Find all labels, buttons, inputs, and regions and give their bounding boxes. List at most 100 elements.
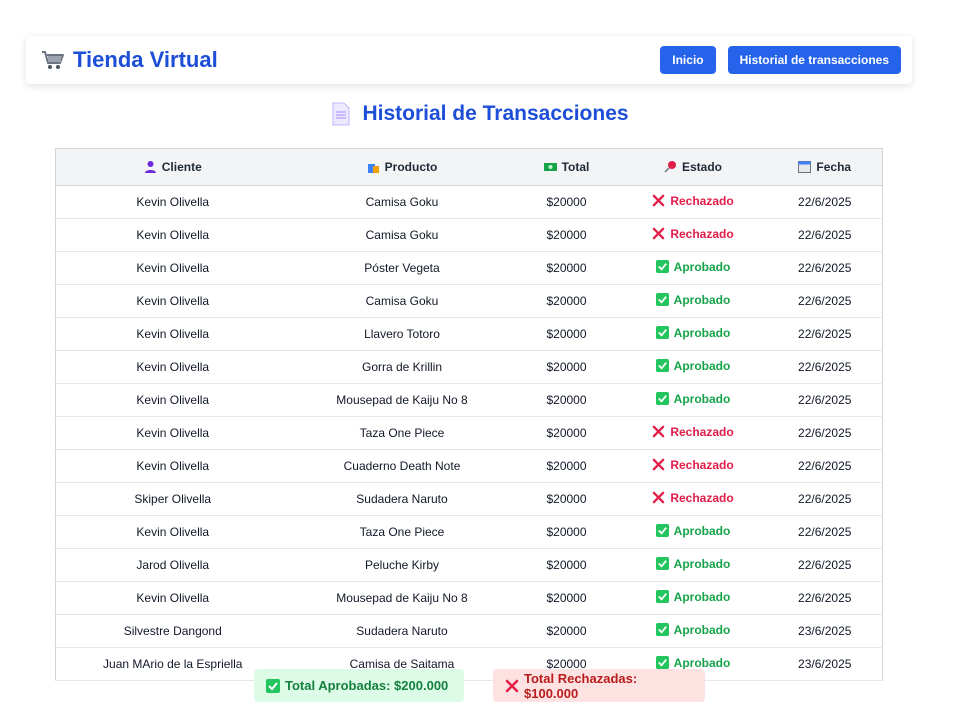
status-text: Rechazado	[670, 457, 734, 472]
history-button[interactable]: Historial de transacciones	[727, 46, 901, 74]
cell-fecha: 22/6/2025	[767, 482, 883, 516]
cell-producto: Llavero Totoro	[289, 317, 515, 351]
cell-fecha: 22/6/2025	[767, 449, 883, 483]
cell-fecha: 22/6/2025	[767, 548, 883, 582]
cell-total: $20000	[514, 284, 619, 318]
status-badge: Aprobado	[655, 622, 731, 637]
cell-total: $20000	[514, 449, 619, 483]
status-text: Aprobado	[673, 589, 731, 604]
cell-estado: Aprobado	[618, 317, 768, 351]
check-icon	[655, 326, 669, 340]
cell-estado: Rechazado	[618, 482, 768, 516]
cell-total: $20000	[514, 581, 619, 615]
home-button[interactable]: Inicio	[660, 46, 716, 74]
cross-icon	[652, 227, 665, 240]
cell-total: $20000	[514, 383, 619, 417]
status-badge: Aprobado	[655, 259, 731, 274]
check-icon	[655, 590, 669, 604]
cell-fecha: 22/6/2025	[767, 416, 883, 450]
cell-fecha: 22/6/2025	[767, 515, 883, 549]
table-row: Kevin Olivella Póster Vegeta $20000 Aprobad…	[55, 251, 883, 285]
nav-buttons: Inicio Historial de transacciones	[660, 46, 901, 74]
table-row: Kevin Olivella Taza One Piece $20000 Aproba…	[55, 515, 883, 549]
status-badge: Rechazado	[652, 227, 734, 241]
cell-estado: Rechazado	[618, 449, 768, 483]
status-text: Rechazado	[670, 193, 734, 208]
table-row: Kevin Olivella Llavero Totoro $20000 Aproba…	[55, 317, 883, 351]
total-approved-badge: Total Aprobadas: $200.000	[254, 669, 464, 702]
cell-producto: Peluche Kirby	[289, 548, 515, 582]
cell-cliente: Kevin Olivella	[55, 317, 290, 351]
total-rejected-label: Total Rechazadas: $100.000	[524, 670, 638, 701]
check-icon	[655, 524, 669, 538]
user-icon	[144, 160, 157, 173]
cell-total: $20000	[514, 614, 619, 648]
cell-estado: Rechazado	[618, 416, 768, 450]
cell-producto: Camisa Goku	[289, 218, 515, 252]
transactions-table: Cliente Producto Total Estado Fecha Kevi…	[55, 148, 883, 681]
cell-estado: Aprobado	[618, 614, 768, 648]
page-title-text: Historial de Transacciones	[362, 102, 629, 125]
table-row: Kevin Olivella Mousepad de Kaiju No 8 $200…	[55, 383, 883, 417]
status-text: Rechazado	[670, 490, 734, 505]
table-body: Kevin Olivella Camisa Goku $20000 Rechazado…	[55, 185, 883, 681]
shopping-bags-icon	[367, 160, 380, 173]
status-text: Rechazado	[670, 424, 734, 439]
cell-total: $20000	[514, 185, 619, 219]
cell-fecha: 22/6/2025	[767, 251, 883, 285]
check-icon	[655, 293, 669, 307]
status-text: Aprobado	[673, 622, 731, 637]
cell-fecha: 22/6/2025	[767, 317, 883, 351]
check-icon	[655, 623, 669, 637]
cell-fecha: 23/6/2025	[767, 614, 883, 648]
status-text: Aprobado	[673, 358, 731, 373]
table-row: Kevin Olivella Taza One Piece $20000 Rechaz…	[55, 416, 883, 450]
cell-estado: Rechazado	[618, 185, 768, 219]
status-badge: Aprobado	[655, 589, 731, 604]
cell-fecha: 22/6/2025	[767, 581, 883, 615]
navbar: Tienda Virtual Inicio Historial de trans…	[26, 36, 912, 84]
cell-estado: Aprobado	[618, 383, 768, 417]
status-badge: Aprobado	[655, 391, 731, 406]
cell-producto: Sudadera Naruto	[289, 614, 515, 648]
brand[interactable]: Tienda Virtual	[41, 47, 218, 73]
status-text: Aprobado	[673, 259, 731, 274]
check-icon	[266, 679, 280, 693]
cell-fecha: 22/6/2025	[767, 383, 883, 417]
status-text: Aprobado	[673, 391, 731, 406]
cross-icon	[505, 679, 519, 693]
page-title: Historial de Transacciones	[0, 102, 959, 126]
cell-fecha: 22/6/2025	[767, 284, 883, 318]
table-row: Kevin Olivella Camisa Goku $20000 Rechazado…	[55, 218, 883, 252]
table-row: Silvestre Dangond Sudadera Naruto $20000 Ap…	[55, 614, 883, 648]
cell-cliente: Kevin Olivella	[55, 581, 290, 615]
status-badge: Rechazado	[652, 193, 734, 208]
table-row: Kevin Olivella Mousepad de Kaiju No 8 $200…	[55, 581, 883, 615]
cell-cliente: Kevin Olivella	[55, 185, 290, 219]
cell-producto: Mousepad de Kaiju No 8	[289, 581, 515, 615]
status-badge: Aprobado	[655, 655, 731, 670]
cell-total: $20000	[514, 548, 619, 582]
total-approved-label: Total Aprobadas: $200.000	[285, 678, 449, 693]
cell-producto: Taza One Piece	[289, 515, 515, 549]
status-text: Aprobado	[673, 655, 731, 670]
cross-icon	[652, 194, 665, 207]
pushpin-icon	[664, 160, 677, 173]
cell-cliente: Kevin Olivella	[55, 515, 290, 549]
status-badge: Aprobado	[655, 557, 730, 571]
total-rejected-badge: Total Rechazadas: $100.000	[493, 669, 705, 702]
cell-cliente: Kevin Olivella	[55, 350, 290, 384]
cell-cliente: Kevin Olivella	[55, 449, 290, 483]
cross-icon	[652, 425, 665, 438]
cell-total: $20000	[514, 218, 619, 252]
check-icon	[655, 392, 669, 406]
cell-cliente: Kevin Olivella	[55, 218, 290, 252]
status-text: Aprobado	[673, 523, 731, 538]
check-icon	[655, 656, 669, 670]
header-estado: Estado	[618, 148, 768, 186]
totals: Total Aprobadas: $200.000 Total Rechazad…	[0, 669, 959, 702]
cell-fecha: 22/6/2025	[767, 218, 883, 252]
status-badge: Aprobado	[655, 293, 730, 307]
cell-producto: Taza One Piece	[289, 416, 515, 450]
status-badge: Aprobado	[655, 326, 730, 340]
